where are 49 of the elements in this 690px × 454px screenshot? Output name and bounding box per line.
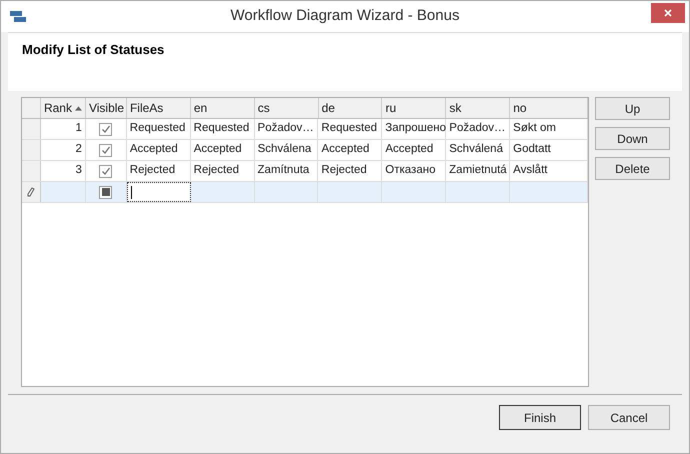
window-title: Workflow Diagram Wizard - Bonus bbox=[230, 6, 460, 26]
header-title: Modify List of Statuses bbox=[22, 42, 164, 57]
table-cell: Schválená bbox=[446, 140, 510, 160]
column-header[interactable]: Visible bbox=[86, 98, 127, 118]
table-cell: 3 bbox=[40, 161, 86, 181]
column-header[interactable]: Rank bbox=[40, 98, 86, 118]
table-cell: 1 bbox=[40, 119, 86, 139]
table-cell: Zamítnuta bbox=[254, 161, 318, 181]
close-icon bbox=[664, 8, 672, 16]
table-cell: Požadov… bbox=[254, 119, 318, 139]
side-button[interactable]: Delete bbox=[595, 157, 670, 180]
table-cell: Accepted bbox=[190, 140, 255, 160]
table-cell: Запрошено bbox=[382, 119, 446, 139]
column-header[interactable]: sk bbox=[446, 98, 510, 118]
table-cell: Søkt om bbox=[510, 119, 588, 139]
checkbox[interactable] bbox=[99, 186, 112, 198]
table-cell: Rejected bbox=[190, 161, 255, 181]
table-cell: Rejected bbox=[126, 161, 191, 181]
close-button[interactable] bbox=[651, 2, 685, 22]
side-button[interactable]: Down bbox=[595, 127, 670, 150]
input-field[interactable] bbox=[126, 182, 191, 202]
table-cell: Avslått bbox=[510, 161, 588, 181]
column-header[interactable]: ru bbox=[382, 98, 446, 118]
table-cell: Отказано bbox=[382, 161, 446, 181]
table-cell: Accepted bbox=[126, 140, 191, 160]
table-cell: Accepted bbox=[382, 140, 446, 160]
column-header[interactable]: FileAs bbox=[126, 98, 191, 118]
pencil-icon bbox=[26, 187, 35, 197]
table-cell: Godtatt bbox=[510, 140, 588, 160]
table-cell: 2 bbox=[40, 140, 86, 160]
side-button[interactable]: Up bbox=[595, 97, 670, 120]
footer-button[interactable]: Cancel bbox=[588, 405, 670, 430]
table-cell: Accepted bbox=[318, 140, 382, 160]
column-header[interactable]: no bbox=[510, 98, 588, 118]
column-header[interactable]: en bbox=[190, 98, 255, 118]
table-cell: Zamietnutá bbox=[446, 161, 510, 181]
table-cell: Rejected bbox=[318, 161, 382, 181]
table-cell: Schválena bbox=[254, 140, 318, 160]
checkbox[interactable] bbox=[99, 164, 112, 178]
table-cell: Requested bbox=[126, 119, 191, 139]
table-cell: Požadov… bbox=[446, 119, 510, 139]
column-header[interactable]: cs bbox=[254, 98, 319, 118]
table-cell: Requested bbox=[318, 119, 382, 139]
checkbox[interactable] bbox=[99, 144, 112, 156]
table-cell: Requested bbox=[190, 119, 255, 139]
checkbox[interactable] bbox=[99, 122, 112, 136]
app-icon bbox=[10, 10, 26, 22]
column-header[interactable]: de bbox=[318, 98, 382, 118]
footer-button[interactable]: Finish bbox=[499, 405, 581, 430]
